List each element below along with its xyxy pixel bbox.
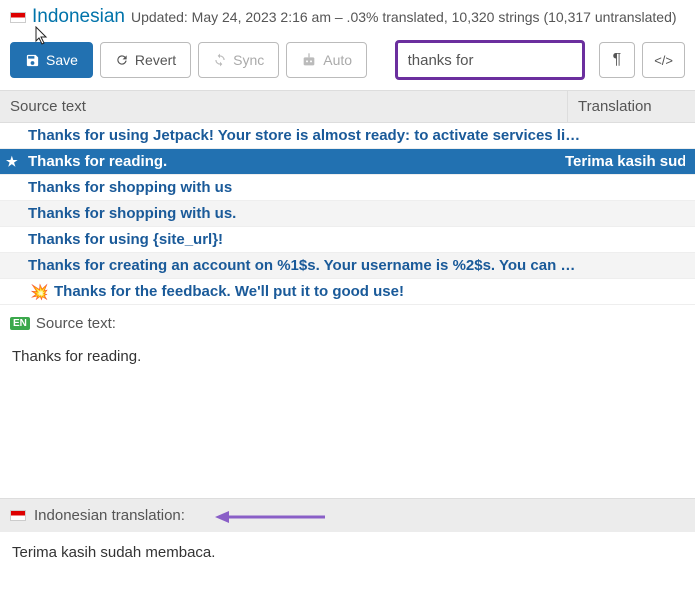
- code-icon: </>: [654, 53, 673, 68]
- revert-button[interactable]: Revert: [100, 42, 191, 78]
- row-text: Thanks for creating an account on %1$s. …: [28, 257, 685, 274]
- revert-icon: [115, 53, 129, 67]
- row-text: Thanks for using {site_url}!: [28, 231, 685, 248]
- translation-box[interactable]: Terima kasih sudah membaca.: [0, 532, 695, 573]
- auto-button[interactable]: Auto: [286, 42, 367, 78]
- pilcrow-icon: ¶: [613, 51, 622, 69]
- table-row[interactable]: Thanks for using Jetpack! Your store is …: [0, 123, 695, 149]
- table-row[interactable]: Thanks for shopping with us.: [0, 201, 695, 227]
- language-title[interactable]: Indonesian: [32, 6, 125, 28]
- table-header: Source text Translation: [0, 90, 695, 123]
- robot-icon: [301, 53, 317, 67]
- sync-button[interactable]: Sync: [198, 42, 279, 78]
- row-text: Thanks for shopping with us: [28, 179, 685, 196]
- source-section-label: EN Source text:: [0, 305, 695, 338]
- search-field-wrap: ✕: [395, 40, 585, 80]
- header-meta: Updated: May 24, 2023 2:16 am – .03% tra…: [131, 9, 677, 25]
- row-text: Thanks for the feedback. We'll put it to…: [28, 283, 685, 300]
- en-badge: EN: [10, 317, 30, 330]
- sync-icon: [213, 53, 227, 67]
- row-text: Thanks for using Jetpack! Your store is …: [28, 127, 685, 144]
- table-row[interactable]: Thanks for using {site_url}!: [0, 227, 695, 253]
- col-source: Source text: [0, 91, 567, 122]
- col-translation: Translation: [567, 91, 695, 122]
- flag-icon: [10, 510, 26, 521]
- target-section-label: Indonesian translation:: [0, 498, 695, 532]
- arrow-annotation: [215, 509, 325, 525]
- source-text-box[interactable]: Thanks for reading.: [0, 338, 695, 498]
- table-row[interactable]: Thanks for shopping with us: [0, 175, 695, 201]
- spark-icon: 💥: [30, 283, 49, 301]
- row-text: Thanks for reading.: [28, 153, 565, 170]
- table-row[interactable]: 💥Thanks for the feedback. We'll put it t…: [0, 279, 695, 305]
- table-row[interactable]: Thanks for creating an account on %1$s. …: [0, 253, 695, 279]
- row-translation: Terima kasih sudah m: [565, 153, 685, 170]
- pilcrow-button[interactable]: ¶: [599, 42, 636, 78]
- search-input[interactable]: [408, 52, 607, 69]
- table-row[interactable]: ★ Thanks for reading.Terima kasih sudah m: [0, 149, 695, 175]
- star-icon: ★: [6, 154, 18, 170]
- flag-icon: [10, 12, 26, 23]
- row-text: Thanks for shopping with us.: [28, 205, 685, 222]
- save-icon: [25, 53, 40, 68]
- save-button[interactable]: Save: [10, 42, 93, 78]
- code-button[interactable]: </>: [642, 42, 685, 78]
